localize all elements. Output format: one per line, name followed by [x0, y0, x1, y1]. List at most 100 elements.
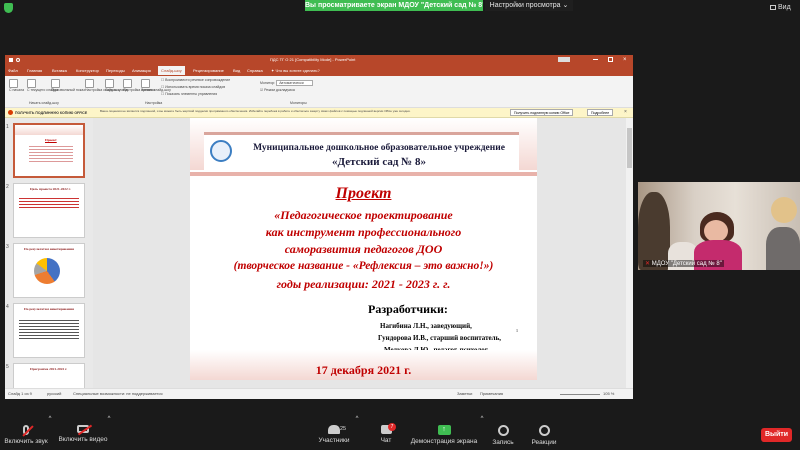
share-screen-button[interactable]: ↑ Демонстрация экрана: [408, 420, 480, 450]
project-years: годы реализации: 2021 - 2023 г. г.: [276, 277, 451, 291]
check-timings-label: Использовать время показа слайдов: [165, 85, 226, 89]
record-icon: [497, 425, 509, 436]
reactions-button[interactable]: Реакции: [528, 420, 560, 450]
thumbnail-slide-3[interactable]: По результатам анкетирования: [13, 243, 85, 298]
check-controls-label: Показать элементы управления: [165, 92, 218, 96]
close-icon[interactable]: ×: [623, 55, 627, 65]
get-genuine-button[interactable]: Получить подлинную копию Office: [510, 109, 574, 116]
hide-slide-icon: [105, 79, 114, 88]
unmute-label: Включить звук: [4, 438, 48, 445]
record-button[interactable]: Запись: [488, 420, 518, 450]
thumb-number: 4: [6, 304, 9, 310]
project-title-line: как инструмент профессионального: [265, 225, 462, 239]
thumbnail-slide-2[interactable]: Цель проекта 2021-2022 г.: [13, 183, 85, 238]
save-icon[interactable]: [9, 58, 13, 62]
view-button[interactable]: Вид: [770, 4, 791, 11]
notes-button[interactable]: Заметки: [457, 391, 472, 396]
tab-file[interactable]: Файл: [8, 68, 18, 73]
camera-off-icon: [77, 424, 93, 436]
group-monitors-label: Мониторы: [290, 101, 307, 105]
zoom-window: Вы просматриваете экран МДОУ "Детский са…: [0, 0, 800, 450]
participants-chevron[interactable]: ^: [353, 416, 361, 446]
thumb-text-lines: [19, 196, 79, 210]
custom-show-label: Произвольный показ: [51, 88, 85, 92]
tab-design[interactable]: Конструктор: [76, 68, 99, 73]
unmute-button[interactable]: Включить звук: [2, 420, 50, 450]
undo-icon[interactable]: [16, 58, 20, 62]
tab-insert[interactable]: Вставка: [52, 68, 67, 73]
custom-show-button[interactable]: Произвольный показ: [51, 79, 85, 92]
tell-me-search[interactable]: ✦ Что вы хотите сделать?: [271, 68, 320, 73]
from-beginning-button[interactable]: С начала: [9, 79, 24, 92]
thumbnail-slide-4[interactable]: По результатам анкетирования: [13, 303, 85, 358]
warning-close-icon[interactable]: ×: [624, 109, 627, 115]
thumb-text-lines: [19, 318, 79, 340]
participant-figure: [771, 197, 797, 223]
monitor-row: Монитор: Автоматически: [260, 80, 313, 86]
minimize-icon[interactable]: [593, 59, 598, 60]
check-timings[interactable]: ☐ Использовать время показа слайдов: [161, 85, 225, 89]
tab-help[interactable]: Справка: [247, 68, 263, 73]
view-options-button[interactable]: Настройки просмотра ⌄: [485, 0, 573, 11]
meeting-toolbar: Включить звук ^ Включить видео ^ Участни…: [0, 416, 800, 450]
grid-icon: [770, 4, 776, 10]
warning-text: Ваша лицензия не является подлинной, и в…: [100, 109, 411, 113]
zoom-slider[interactable]: [560, 394, 600, 395]
setup-icon: [85, 79, 94, 88]
leave-meeting-button[interactable]: Выйти: [761, 428, 792, 442]
check-narrations-label: Воспроизвести речевое сопровождение: [165, 78, 231, 82]
monitor-select[interactable]: Автоматически: [276, 80, 313, 86]
ribbon-tabs: Файл Главная Вставка Конструктор Переход…: [5, 65, 633, 76]
org-name-line1: Муниципальное дошкольное образовательное…: [253, 143, 505, 153]
tab-transitions[interactable]: Переходы: [106, 68, 125, 73]
audio-options-chevron[interactable]: ^: [46, 416, 54, 446]
participants-label: Участники: [318, 437, 350, 444]
tab-animations[interactable]: Анимация: [132, 68, 151, 73]
reactions-label: Реакции: [531, 439, 557, 446]
participant-figure: [704, 220, 728, 242]
status-zoom[interactable]: 105 %: [603, 391, 614, 396]
warning-icon: [8, 110, 13, 115]
developers-heading: Разработчики:: [368, 302, 448, 316]
developer-line: Гундорова И.В., старший воспитатель,: [378, 334, 502, 342]
chat-label: Чат: [380, 437, 392, 444]
check-controls[interactable]: ☐ Показать элементы управления: [161, 92, 217, 96]
thumb-number: 1: [6, 124, 9, 130]
mic-muted-icon: ✕: [645, 261, 651, 267]
tab-home[interactable]: Главная: [27, 68, 42, 73]
lightbulb-icon: ✦: [271, 68, 275, 73]
participants-button[interactable]: Участники: [313, 420, 355, 450]
maximize-icon[interactable]: [608, 57, 613, 62]
video-options-chevron[interactable]: ^: [105, 416, 113, 446]
scroll-thumb[interactable]: [627, 128, 632, 168]
tab-view[interactable]: Вид: [233, 68, 240, 73]
thumb-title: По результатам анкетирования: [24, 307, 74, 311]
share-banner: Вы просматриваете экран МДОУ "Детский са…: [305, 0, 483, 11]
check-narrations[interactable]: ☐ Воспроизвести речевое сопровождение: [161, 78, 230, 82]
thumb-title: Цель проекта 2021-2022 г.: [30, 187, 71, 191]
share-options-chevron[interactable]: ^: [478, 416, 486, 446]
chat-button[interactable]: Чат: [372, 420, 400, 450]
chat-unread-badge: 7: [388, 423, 396, 431]
participant-video-tile[interactable]: ✕ МДОУ "Детский сад № 8": [638, 182, 800, 270]
slide-divider: [190, 172, 537, 176]
from-beginning-label: С начала: [9, 88, 25, 92]
signin-button[interactable]: [558, 57, 570, 62]
start-video-label: Включить видео: [58, 436, 108, 443]
status-accessibility[interactable]: Специальные возможности: не поддерживает…: [73, 391, 163, 396]
thumbnail-slide-5[interactable]: Программа 2021-2022 г.: [13, 363, 85, 388]
learn-more-button[interactable]: Подробнее: [587, 109, 614, 116]
developer-line: Нагибина Л.Н., заведующий,: [380, 322, 472, 330]
vertical-scrollbar[interactable]: [626, 118, 633, 388]
start-video-button[interactable]: Включить видео: [58, 420, 108, 450]
thumbnail-slide-1[interactable]: Проект: [13, 123, 85, 178]
status-language[interactable]: русский: [47, 391, 61, 396]
check-presenter-view[interactable]: ☑ Режим докладчика: [260, 88, 295, 92]
tab-review[interactable]: Рецензирование: [193, 68, 224, 73]
participant-name-label: ✕ МДОУ "Детский сад № 8": [643, 260, 724, 267]
view-label: Вид: [778, 4, 791, 11]
comments-button[interactable]: Примечания: [480, 391, 503, 396]
tab-slideshow[interactable]: Слайд-шоу: [158, 66, 185, 75]
record-label: Запись: [492, 439, 514, 446]
security-shield-icon[interactable]: [4, 3, 13, 13]
